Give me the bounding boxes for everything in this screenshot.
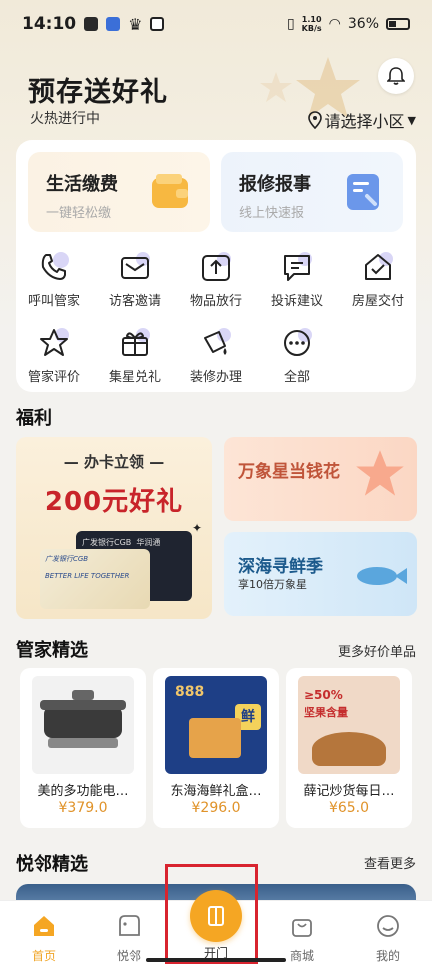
product-card[interactable]: 888 鲜 东海海鲜礼盒… ¥296.0 <box>153 668 279 828</box>
upload-icon <box>202 252 231 281</box>
hero-title[interactable]: 预存送好礼 <box>28 70 168 109</box>
action-house-delivery[interactable]: 房屋交付 <box>340 250 416 309</box>
caret-down-icon: ▼ <box>407 113 416 127</box>
product-badge: 888 <box>175 684 205 700</box>
butler-picks-title: 管家精选 <box>16 640 88 661</box>
stars-as-cash-promo[interactable]: 万象星当钱花 <box>224 437 417 521</box>
neighbor-icon <box>119 915 140 936</box>
status-time: 14:10 <box>22 14 77 34</box>
product-tag: 坚果含量 <box>304 706 348 719</box>
bank-card-front: 广发银行CGB BETTER LIFE TOGETHER <box>40 549 150 609</box>
community-selector[interactable]: 请选择小区 ▼ <box>307 108 416 132</box>
community-selector-label: 请选择小区 <box>324 112 405 131</box>
bell-icon <box>387 67 405 85</box>
action-item-release[interactable]: 物品放行 <box>178 250 254 309</box>
paint-bucket-icon <box>204 328 231 355</box>
phone-icon <box>41 252 69 280</box>
product-price: ¥65.0 <box>328 800 370 816</box>
vibrate-icon: ▯ <box>286 16 295 32</box>
bank-card-promo[interactable]: — 办卡立领 — 200元好礼 广发银行CGB 华润通 广发银行CGB BETTE… <box>16 437 212 619</box>
star-decoration-icon <box>356 450 404 496</box>
notification-bell-button[interactable] <box>378 58 414 94</box>
action-complaint-suggestion[interactable]: 投诉建议 <box>259 250 335 309</box>
promo-headline: — 办卡立领 — <box>63 453 165 471</box>
location-pin-icon <box>307 111 322 129</box>
welfare-title: 福利 <box>16 408 52 429</box>
more-icon <box>284 328 312 356</box>
status-bar: 14:10 ♛ ▯ 1.10 KB/s ◠ 36% <box>0 0 432 48</box>
tab-me[interactable]: 我的 <box>358 913 418 964</box>
electric-pot-image <box>32 676 134 774</box>
tab-home[interactable]: 首页 <box>14 913 74 964</box>
chat-icon <box>284 252 312 281</box>
utility-payment-card[interactable]: 生活缴费 一键轻松缴 <box>28 152 210 232</box>
product-name: 薛记炒货每日… <box>303 784 395 799</box>
home-icon <box>34 916 54 936</box>
repair-report-card[interactable]: 报修报事 线上快速报 <box>221 152 403 232</box>
repair-clipboard-icon <box>347 174 379 210</box>
fish-decoration-icon <box>357 567 407 585</box>
shopping-bag-icon <box>292 919 312 937</box>
product-price: ¥379.0 <box>58 800 108 816</box>
tiktok-icon <box>84 17 99 31</box>
electric-pot-icon <box>40 690 126 748</box>
neighbor-picks-title: 悦邻精选 <box>16 854 88 875</box>
star-icon <box>40 328 69 356</box>
action-star-redeem[interactable]: 集星兑礼 <box>97 326 173 385</box>
deep-sea-title: 深海寻鲜季 <box>238 557 323 577</box>
product-badge: ≥50% <box>304 688 343 702</box>
action-butler-rating[interactable]: 管家评价 <box>16 326 92 385</box>
product-price: ¥296.0 <box>191 800 241 816</box>
services-panel: 生活缴费 一键轻松缴 报修报事 线上快速报 呼叫管家 访客邀请 物品放行 投诉建… <box>16 140 416 392</box>
stars-as-cash-title: 万象星当钱花 <box>238 462 340 482</box>
network-speed: 1.10 KB/s <box>301 15 322 33</box>
tab-mall[interactable]: 商城 <box>272 913 332 964</box>
nuts-gift-image: ≥50% 坚果含量 <box>298 676 400 774</box>
action-all[interactable]: 全部 <box>259 326 335 385</box>
tab-neighbor[interactable]: 悦邻 <box>99 913 159 964</box>
action-renovation[interactable]: 装修办理 <box>178 326 254 385</box>
deep-sea-promo[interactable]: 深海寻鲜季 享10倍万象星 <box>224 532 417 616</box>
gift-icon <box>122 328 150 356</box>
battery-icon <box>386 18 410 30</box>
wallet-icon <box>152 174 188 208</box>
product-name: 东海海鲜礼盒… <box>170 784 262 799</box>
sparkle-icon: ✦ <box>192 521 203 535</box>
product-name: 美的多功能电… <box>37 784 129 799</box>
crown-icon: ♛ <box>128 14 143 34</box>
wifi-icon: ◠ <box>328 16 341 32</box>
highlight-box <box>165 864 258 964</box>
smiley-icon <box>377 915 399 937</box>
house-check-icon <box>365 252 393 280</box>
neighbor-picks-more-link[interactable]: 查看更多 <box>364 853 416 872</box>
hero-subtitle: 火热进行中 <box>30 111 100 127</box>
butler-picks-more-link[interactable]: 更多好价单品 <box>338 641 416 660</box>
message-icon <box>150 17 165 31</box>
promo-amount: 200元好礼 <box>44 487 184 517</box>
seafood-gift-image: 888 鲜 <box>165 676 267 774</box>
product-card[interactable]: ≥50% 坚果含量 薛记炒货每日… ¥65.0 <box>286 668 412 828</box>
app-notification-icon <box>106 17 121 31</box>
action-visitor-invite[interactable]: 访客邀请 <box>97 250 173 309</box>
action-call-butler[interactable]: 呼叫管家 <box>16 250 92 309</box>
deep-sea-subtitle: 享10倍万象星 <box>238 578 307 591</box>
home-indicator <box>146 958 286 962</box>
product-card[interactable]: 美的多功能电… ¥379.0 <box>20 668 146 828</box>
battery-percent: 36% <box>347 16 379 32</box>
mail-icon <box>121 252 150 279</box>
